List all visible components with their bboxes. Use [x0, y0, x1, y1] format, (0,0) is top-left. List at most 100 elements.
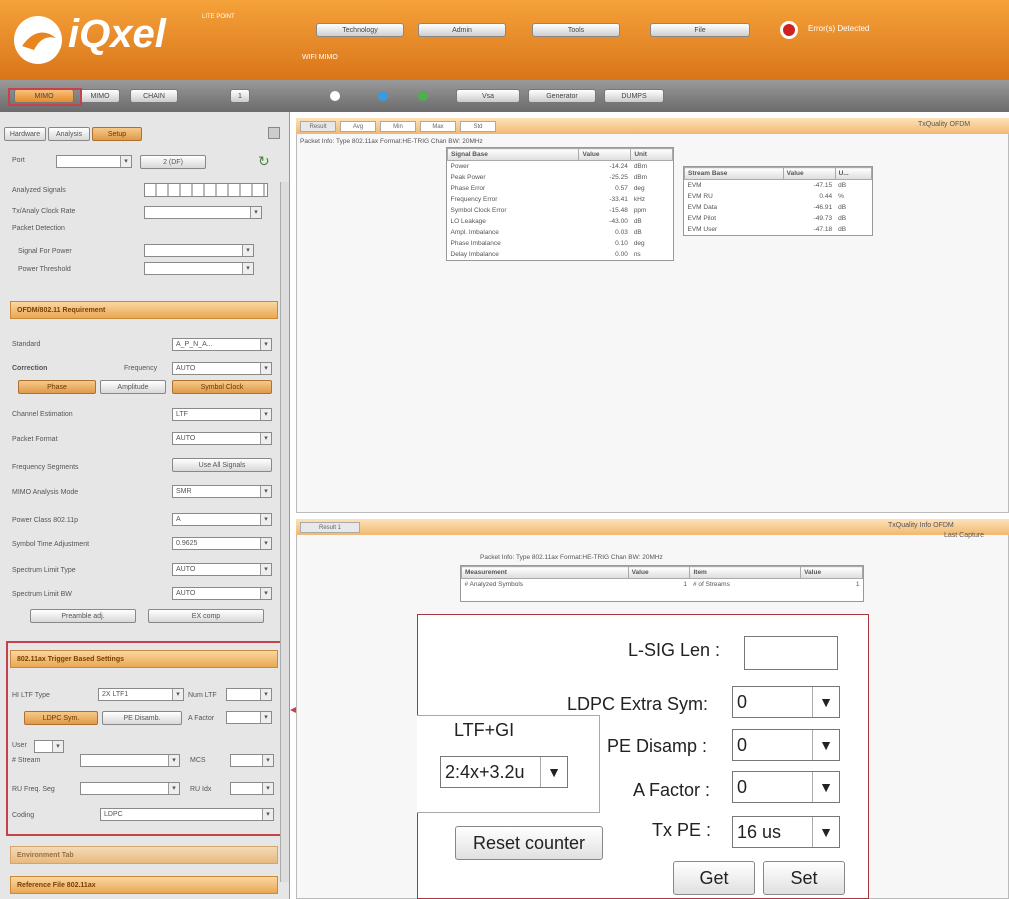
- a-factor-label: A Factor :: [633, 780, 711, 800]
- signal-power-select[interactable]: [144, 244, 254, 257]
- dumps-button[interactable]: DUMPS: [604, 89, 664, 103]
- cell: [628, 590, 690, 601]
- tab-result-1[interactable]: Result 1: [300, 522, 360, 533]
- tx-pe-value: 16 us: [737, 822, 782, 842]
- table-row: Symbol Clock Error -15.48 ppm: [448, 205, 673, 216]
- cell: dBm: [633, 163, 648, 170]
- dropdown-arrow-icon: ▼: [812, 772, 839, 802]
- cell: -49.73: [813, 215, 833, 222]
- mimo2-button[interactable]: MIMO: [80, 89, 120, 103]
- packet-format-select[interactable]: AUTO: [172, 432, 272, 445]
- section-environment[interactable]: Environment Tab: [10, 846, 278, 864]
- amplitude-button[interactable]: Amplitude: [100, 380, 166, 394]
- tx-pe-select[interactable]: 16 us ▼: [732, 816, 840, 848]
- table-row: EVM RU 0.44%: [685, 191, 872, 202]
- col-header[interactable]: Value: [627, 566, 691, 579]
- spectrum-type-select[interactable]: AUTO: [172, 563, 272, 576]
- col-header[interactable]: Unit: [630, 148, 673, 161]
- get-button[interactable]: Get: [673, 861, 755, 895]
- cell: Symbol Clock Error: [450, 207, 507, 214]
- table-row: Phase Error 0.57 deg: [448, 183, 673, 194]
- packet-info-bottom: Packet Info: Type 802.11ax Format:HE-TRI…: [480, 554, 663, 561]
- power-threshold-input[interactable]: [144, 262, 254, 275]
- cell: Phase Error: [450, 185, 486, 192]
- tab-min[interactable]: Min: [380, 121, 416, 132]
- port-select[interactable]: [56, 155, 132, 168]
- last-capture-label: Last Capture: [944, 532, 985, 539]
- spectrum-bw-label: Spectrum Limit BW: [12, 591, 72, 598]
- lsig-len-input[interactable]: [744, 636, 838, 670]
- collapse-icon[interactable]: [268, 127, 280, 139]
- channel-estimation-select[interactable]: LTF: [172, 408, 272, 421]
- standard-select[interactable]: A_P_N_A...: [172, 338, 272, 351]
- col-header[interactable]: Measurement: [461, 566, 629, 579]
- section-reference-file[interactable]: Reference File 802.11ax: [10, 876, 278, 894]
- tab-result[interactable]: Result: [300, 121, 336, 132]
- tab-tools[interactable]: Tools: [532, 23, 620, 37]
- power-class-select[interactable]: A: [172, 513, 272, 526]
- chain-button[interactable]: CHAIN: [130, 89, 178, 103]
- col-header[interactable]: U...: [834, 167, 873, 180]
- cell: kHz: [633, 196, 646, 203]
- refresh-icon[interactable]: ↻: [258, 153, 274, 169]
- vsa-button[interactable]: Vsa: [456, 89, 520, 103]
- cell: 0.03: [615, 229, 628, 236]
- cell: -15.48: [609, 207, 628, 214]
- cell: 0.57: [615, 185, 628, 192]
- cell: -43.00: [609, 218, 628, 225]
- phase-button[interactable]: Phase: [18, 380, 96, 394]
- symbol-clock-button[interactable]: Symbol Clock: [172, 380, 272, 394]
- port-button[interactable]: 2 (DF): [140, 155, 206, 169]
- col-header[interactable]: Stream Base: [684, 167, 784, 180]
- left-scrollbar[interactable]: [280, 182, 289, 882]
- spectrum-bw-select[interactable]: AUTO: [172, 587, 272, 600]
- ltf-gi-select[interactable]: 2:4x+3.2u ▼: [440, 756, 568, 788]
- use-all-signals-button[interactable]: Use All Signals: [172, 458, 272, 472]
- table-row: [462, 590, 863, 601]
- cell: dB: [633, 218, 642, 225]
- generator-button[interactable]: Generator: [528, 89, 596, 103]
- ldpc-extra-sym-select[interactable]: 0 ▼: [732, 686, 840, 718]
- col-header[interactable]: Item: [689, 566, 802, 579]
- signal-checkboxes[interactable]: [144, 183, 268, 197]
- tab-analysis[interactable]: Analysis: [48, 127, 90, 141]
- cell: EVM Data: [687, 204, 718, 211]
- logo-icon: [14, 16, 62, 64]
- a-factor-select[interactable]: 0 ▼: [732, 771, 840, 803]
- cell: [462, 590, 629, 601]
- capture-icon[interactable]: [330, 91, 340, 101]
- error-indicator-icon[interactable]: [780, 21, 798, 39]
- col-header[interactable]: Value: [800, 566, 863, 579]
- section-80211[interactable]: OFDM/802.11 Requirement: [10, 301, 278, 319]
- cell: Peak Power: [450, 174, 486, 181]
- col-header[interactable]: Signal Base: [446, 148, 580, 161]
- tab-hardware[interactable]: Hardware: [4, 127, 46, 141]
- tab-std[interactable]: Std: [460, 121, 496, 132]
- pe-disamp-select[interactable]: 0 ▼: [732, 729, 840, 761]
- preamble-button[interactable]: Preamble adj.: [30, 609, 136, 623]
- clock-rate-select[interactable]: [144, 206, 262, 219]
- frequency-select[interactable]: AUTO: [172, 362, 272, 375]
- tab-admin[interactable]: Admin: [418, 23, 506, 37]
- tab-avg[interactable]: Avg: [340, 121, 376, 132]
- table-row: Ampl. Imbalance 0.03 dB: [448, 227, 673, 238]
- cell: LO Leakage: [450, 218, 486, 225]
- set-button[interactable]: Set: [763, 861, 845, 895]
- col-header[interactable]: Value: [782, 167, 836, 180]
- tab-technology[interactable]: Technology: [316, 23, 404, 37]
- symbol-time-input[interactable]: 0.9625: [172, 537, 272, 550]
- run-icon[interactable]: [378, 91, 388, 101]
- reset-counter-button[interactable]: Reset counter: [455, 826, 603, 860]
- ex-comp-button[interactable]: EX comp: [148, 609, 264, 623]
- tab-file[interactable]: File: [650, 23, 750, 37]
- tab-max[interactable]: Max: [420, 121, 456, 132]
- channel-estimation-label: Channel Estimation: [12, 411, 73, 418]
- chain-select[interactable]: 1: [230, 89, 250, 103]
- tab-setup[interactable]: Setup: [92, 127, 142, 141]
- highlight-trigger-settings: [6, 641, 286, 836]
- go-icon[interactable]: [418, 91, 428, 101]
- table-row: EVM Pilot -49.73 dB: [685, 213, 872, 224]
- mimo-mode-select[interactable]: SMR: [172, 485, 272, 498]
- col-header[interactable]: Value: [578, 148, 632, 161]
- table-row: EVM User -47.18 dB: [685, 224, 872, 235]
